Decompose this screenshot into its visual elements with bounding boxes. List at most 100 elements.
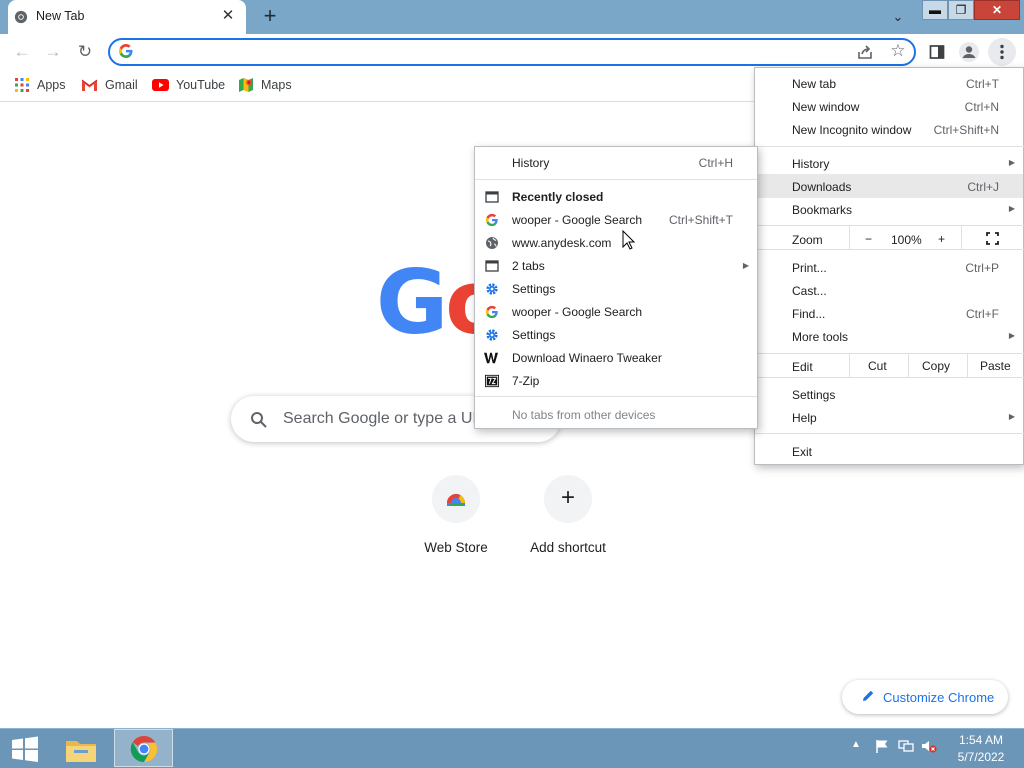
zoom-level: 100% [891, 233, 922, 247]
history-entry[interactable]: wooper - Google Search [512, 213, 642, 227]
minimize-button[interactable]: ▬ [922, 0, 948, 20]
new-tab-button[interactable]: + [258, 5, 282, 29]
history-entry[interactable]: wooper - Google Search [512, 305, 642, 319]
menu-separator [755, 225, 1024, 226]
youtube-icon [152, 79, 169, 91]
back-button[interactable]: ← [11, 41, 33, 63]
bookmark-maps[interactable]: Maps [238, 76, 292, 94]
fullscreen-icon[interactable] [986, 232, 999, 245]
submenu-arrow-icon: ▶ [1008, 158, 1015, 167]
shortcut-text: Ctrl+J [967, 180, 999, 194]
shortcut-text: Ctrl+Shift+N [933, 123, 999, 137]
zoom-out-button[interactable]: − [865, 232, 872, 246]
menu-item-history[interactable]: History [792, 157, 829, 171]
submenu-arrow-icon: ▶ [1008, 412, 1015, 421]
apps-grid-icon [15, 78, 29, 92]
settings-gear-icon [486, 283, 498, 295]
web-store-icon [447, 493, 465, 506]
network-icon[interactable] [898, 738, 914, 754]
history-entry[interactable]: www.anydesk.com [512, 236, 611, 250]
tab-close-button[interactable]: ✕ [218, 6, 238, 26]
menu-item-settings[interactable]: Settings [792, 388, 835, 402]
edit-copy-button[interactable]: Copy [922, 359, 950, 373]
submenu-arrow-icon: ▶ [1008, 204, 1015, 213]
shortcut-text: Ctrl+P [965, 261, 999, 275]
kebab-menu-icon [1000, 44, 1004, 60]
side-panel-icon[interactable] [928, 43, 946, 61]
close-window-button[interactable]: ✕ [974, 0, 1020, 20]
edit-paste-button[interactable]: Paste [980, 359, 1011, 373]
volume-muted-icon[interactable] [921, 738, 937, 754]
menu-item-new-tab[interactable]: New tab [792, 77, 836, 91]
submenu-arrow-icon: ▶ [1008, 331, 1015, 340]
search-icon [251, 412, 267, 428]
profile-avatar-icon[interactable] [956, 40, 982, 64]
bookmark-label: Maps [261, 78, 292, 92]
history-entry[interactable]: 7-Zip [512, 374, 539, 388]
gmail-icon [81, 79, 98, 91]
tab-search-button[interactable]: ⌄ [886, 6, 910, 28]
history-menu-item[interactable]: History [512, 156, 549, 170]
zoom-in-button[interactable]: + [938, 232, 945, 246]
shortcut-text: Ctrl+H [698, 156, 733, 170]
share-icon[interactable] [856, 43, 874, 61]
menu-item-help[interactable]: Help [792, 411, 817, 425]
google-g-icon [485, 305, 498, 319]
menu-separator [755, 377, 1024, 378]
mouse-cursor-icon [622, 230, 636, 250]
action-center-flag-icon[interactable] [874, 738, 890, 754]
bookmark-star-icon[interactable]: ☆ [888, 42, 908, 60]
history-entry[interactable]: Settings [512, 328, 555, 342]
shortcut-label: Add shortcut [530, 540, 606, 555]
reload-button[interactable]: ↻ [74, 41, 96, 63]
menu-item-cast[interactable]: Cast... [792, 284, 827, 298]
menu-item-new-window[interactable]: New window [792, 100, 859, 114]
bookmark-apps[interactable]: Apps [14, 76, 66, 94]
menu-item-new-incognito-window[interactable]: New Incognito window [792, 123, 911, 137]
recently-closed-heading[interactable]: Recently closed [512, 190, 603, 204]
chrome-main-menu: New tab Ctrl+T New window Ctrl+N New Inc… [754, 67, 1024, 465]
restore-button[interactable]: ❐ [948, 0, 974, 20]
menu-separator [475, 179, 757, 180]
chrome-taskbar-button[interactable] [114, 729, 173, 767]
forward-button[interactable]: → [42, 41, 64, 63]
customize-chrome-label: Customize Chrome [883, 690, 995, 705]
clock-date[interactable]: 5/7/2022 [940, 750, 1022, 764]
menu-item-print[interactable]: Print... [792, 261, 827, 275]
maps-icon [239, 78, 253, 92]
menu-item-bookmarks[interactable]: Bookmarks [792, 203, 852, 217]
clock-time[interactable]: 1:54 AM [940, 733, 1022, 747]
menu-item-find[interactable]: Find... [792, 307, 825, 321]
menu-item-exit[interactable]: Exit [792, 445, 812, 459]
add-shortcut-button[interactable]: + [544, 475, 592, 523]
shortcut-label: Web Store [424, 540, 488, 555]
menu-item-zoom: Zoom [792, 233, 823, 247]
tray-overflow-arrow[interactable]: ▲ [851, 739, 861, 750]
bookmark-youtube[interactable]: YouTube [152, 76, 225, 94]
bookmark-label: Apps [37, 78, 66, 92]
chrome-menu-button[interactable] [988, 38, 1016, 66]
chrome-favicon-icon [14, 10, 28, 24]
file-explorer-icon[interactable] [62, 732, 100, 766]
chrome-logo-icon [130, 735, 158, 763]
settings-gear-icon [486, 329, 498, 341]
menu-separator [755, 249, 1024, 250]
windows-start-icon[interactable] [10, 735, 40, 763]
history-entry[interactable]: Download Winaero Tweaker [512, 351, 662, 365]
shortcut-text: Ctrl+T [966, 77, 999, 91]
google-g-icon [119, 44, 133, 58]
shortcut-text: Ctrl+N [964, 100, 999, 114]
menu-separator [755, 353, 1024, 354]
menu-item-more-tools[interactable]: More tools [792, 330, 848, 344]
edit-cut-button[interactable]: Cut [868, 359, 887, 373]
address-input[interactable] [140, 42, 844, 64]
history-entry[interactable]: Settings [512, 282, 555, 296]
history-entry[interactable]: 2 tabs [512, 259, 545, 273]
menu-separator [475, 396, 757, 397]
google-g-icon [485, 213, 498, 227]
bookmark-gmail[interactable]: Gmail [81, 76, 138, 94]
shortcut-text: Ctrl+F [966, 307, 999, 321]
shortcut-web-store[interactable] [432, 475, 480, 523]
bookmark-label: YouTube [176, 78, 226, 92]
menu-item-downloads[interactable]: Downloads [792, 180, 851, 194]
